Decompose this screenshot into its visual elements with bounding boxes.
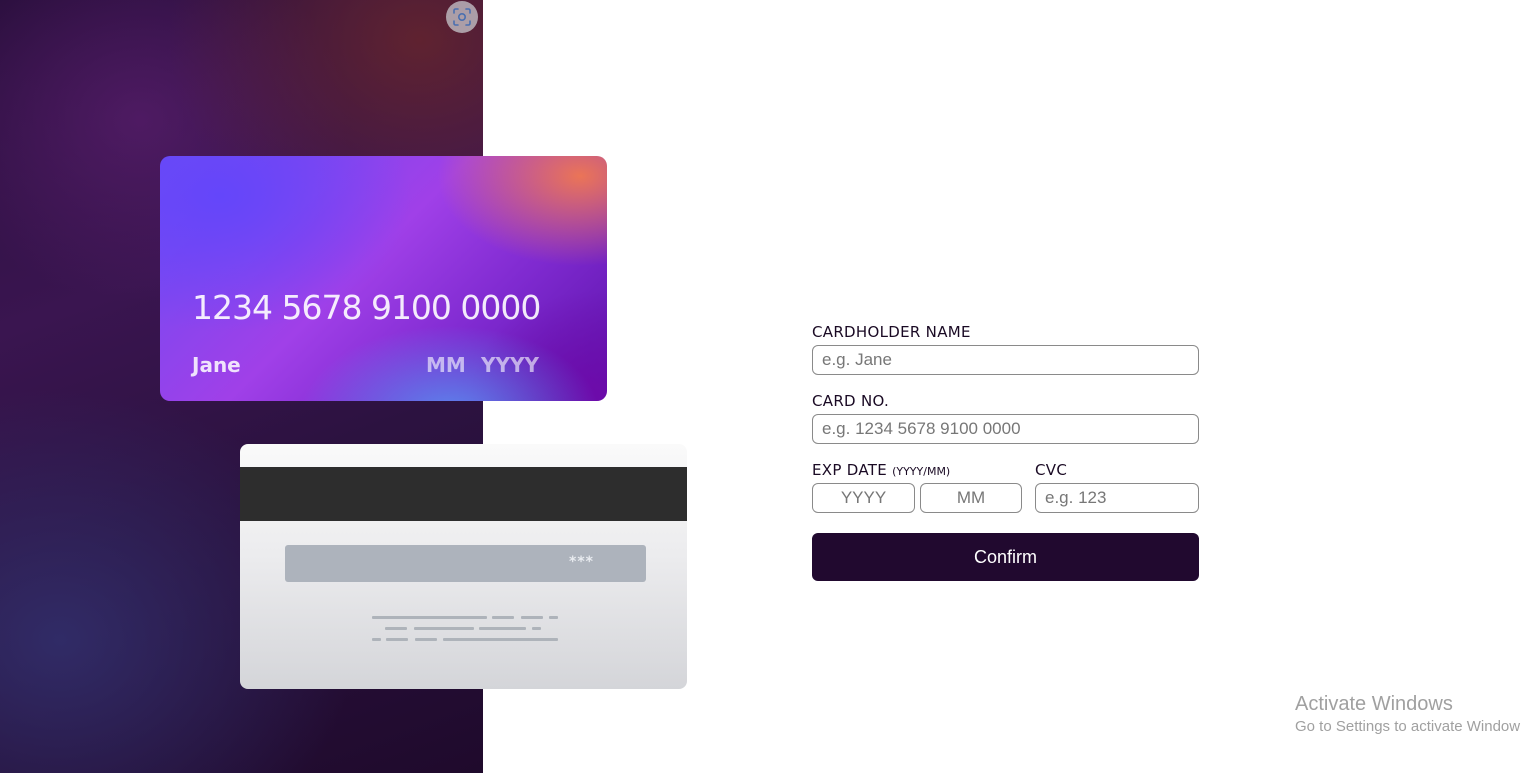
fine-print-line [385, 627, 407, 630]
signature-strip: *** [285, 545, 646, 582]
activate-windows-watermark: Activate Windows Go to Settings to activ… [1295, 692, 1520, 737]
cvc-input[interactable] [1035, 483, 1199, 513]
card-number-display: 1234 5678 9100 0000 [192, 288, 541, 327]
scan-icon-glyph [453, 8, 471, 26]
exp-date-format-hint: (YYYY/MM) [892, 465, 951, 478]
watermark-subtitle: Go to Settings to activate Window [1295, 718, 1521, 735]
confirm-button[interactable]: Confirm [812, 533, 1199, 581]
expiry-month-display: MM [426, 353, 466, 377]
fine-print-line [532, 627, 541, 630]
card-number-input[interactable] [812, 414, 1199, 444]
fine-print-line [415, 638, 437, 641]
card-back: *** [240, 444, 687, 689]
fine-print-line [372, 616, 487, 619]
cardholder-name-input[interactable] [812, 345, 1199, 375]
exp-month-input[interactable] [920, 483, 1022, 513]
card-front: 1234 5678 9100 0000 Jane MM YYYY [160, 156, 607, 401]
page: 1234 5678 9100 0000 Jane MM YYYY *** CAR… [0, 0, 1523, 773]
fine-print-line [386, 638, 408, 641]
fine-print-line [372, 638, 381, 641]
fine-print-line [479, 627, 526, 630]
watermark-title: Activate Windows [1295, 693, 1453, 715]
card-number-label: CARD NO. [812, 392, 890, 410]
exp-year-input[interactable] [812, 483, 915, 513]
fine-print-line [414, 627, 474, 630]
magnetic-stripe [240, 467, 687, 521]
cardholder-name-label: CARDHOLDER NAME [812, 323, 971, 341]
fine-print-line [443, 638, 558, 641]
scan-icon[interactable] [446, 1, 478, 33]
cvc-display: *** [569, 554, 594, 570]
fine-print-line [492, 616, 514, 619]
exp-date-label: EXP DATE (YYYY/MM) [812, 460, 950, 482]
cvc-label: CVC [1035, 461, 1068, 479]
fine-print-line [549, 616, 558, 619]
cardholder-name-display: Jane [192, 353, 241, 377]
exp-date-label-text: EXP DATE [812, 461, 887, 479]
fine-print-line [521, 616, 543, 619]
expiry-year-display: YYYY [481, 353, 539, 377]
